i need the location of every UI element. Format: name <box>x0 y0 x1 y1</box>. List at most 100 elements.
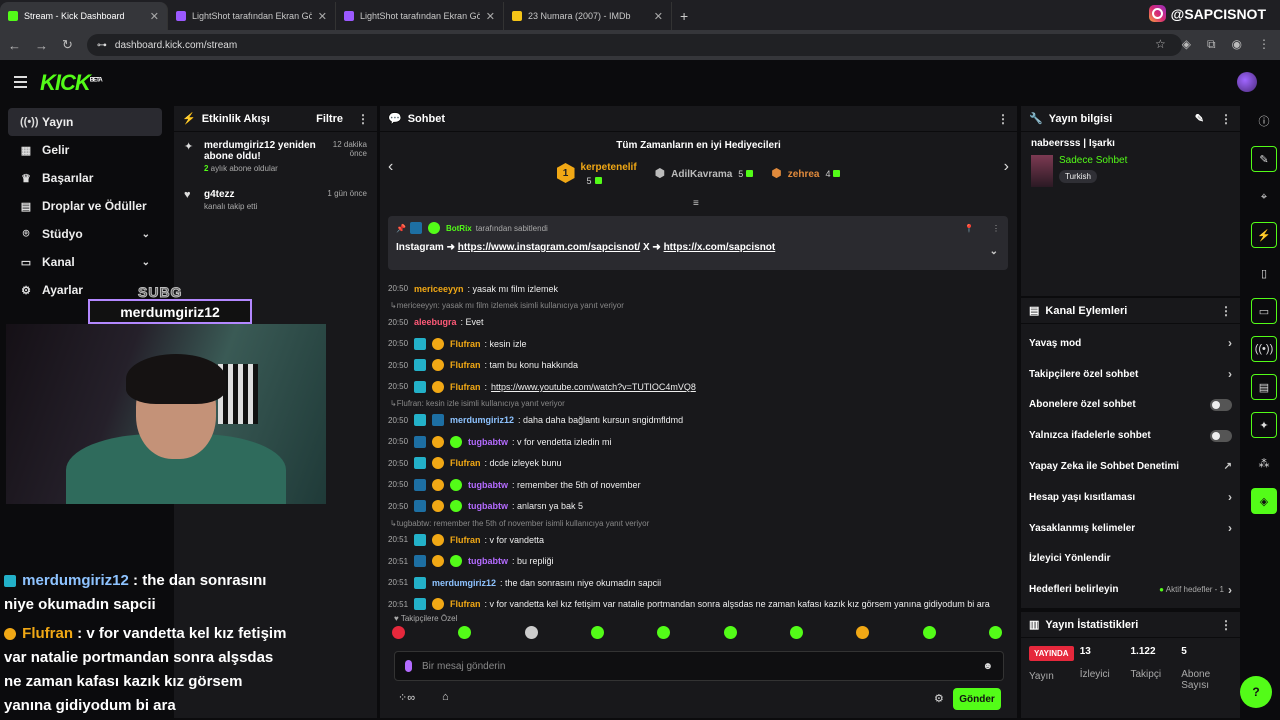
sidebar-item-3[interactable]: ▤ Droplar ve Ödüller <box>8 192 162 220</box>
browser-tab[interactable]: LightShot tarafından Ekran Gör ✕ <box>168 2 336 30</box>
prev-arrow-icon[interactable]: ‹ <box>388 158 393 176</box>
emote-icon[interactable] <box>657 626 671 639</box>
edit-rail-icon[interactable]: ✎ <box>1251 146 1277 172</box>
chat-username[interactable]: Flufran <box>450 458 481 468</box>
chat-username[interactable]: aleebugra <box>414 317 457 327</box>
pinned-more-icon[interactable]: ⋮ <box>992 224 1000 233</box>
site-info-icon[interactable]: ⊶ <box>97 40 107 51</box>
channel-action-row[interactable]: Yalnızca ifadelerle sohbet <box>1021 420 1240 451</box>
activity-more-icon[interactable]: ⋮ <box>357 112 369 126</box>
emote-icon[interactable] <box>723 626 737 639</box>
mic-icon[interactable] <box>405 660 412 672</box>
sidebar-item-0[interactable]: ((•)) Yayın <box>8 108 162 136</box>
expand-chevron-icon[interactable]: ⌄ <box>990 246 998 257</box>
chat-username[interactable]: mericeeyyn <box>414 284 464 294</box>
close-tab-icon[interactable]: ✕ <box>318 10 327 23</box>
emote-icon[interactable] <box>590 626 604 639</box>
info-icon[interactable]: ⓘ <box>1251 108 1277 134</box>
target-icon[interactable]: ⌖ <box>1251 184 1277 210</box>
browser-tab[interactable]: Stream - Kick Dashboard ✕ <box>0 2 168 30</box>
broadcast-rail-icon[interactable]: ((•)) <box>1251 336 1277 362</box>
toggle-switch[interactable] <box>1210 429 1232 442</box>
chat-username[interactable]: Flufran <box>450 339 481 349</box>
close-tab-icon[interactable]: ✕ <box>486 10 495 23</box>
channel-action-row[interactable]: Yavaş mod › <box>1021 328 1240 359</box>
chat-username[interactable]: Flufran <box>450 360 481 370</box>
close-tab-icon[interactable]: ✕ <box>150 10 159 23</box>
gifter-1[interactable]: ⬢ AdilKavrama 5 <box>655 166 754 180</box>
edit-icon[interactable]: ✎ <box>1195 112 1204 125</box>
forward-icon[interactable]: → <box>35 38 48 53</box>
sidebar-item-2[interactable]: ♛ Başarılar <box>8 164 162 192</box>
gifter-0[interactable]: 1 kerpetenelif 5 <box>556 159 637 187</box>
sidebar-item-5[interactable]: ▭ Kanal ⌄ <box>8 248 162 276</box>
next-arrow-icon[interactable]: › <box>1004 158 1009 176</box>
collapse-icon[interactable]: ≡ <box>693 198 699 209</box>
kick-logo[interactable]: KICKBETA <box>40 70 103 96</box>
chat-username[interactable]: Flufran <box>450 599 481 609</box>
chat-username[interactable]: tugbabtw <box>468 437 508 447</box>
emote-icon[interactable] <box>789 626 803 639</box>
tools-icon[interactable]: ✦ <box>1251 412 1277 438</box>
browser-tab[interactable]: LightShot tarafından Ekran Gör ✕ <box>336 2 504 30</box>
stats-more-icon[interactable]: ⋮ <box>1220 618 1232 632</box>
reload-icon[interactable]: ↻ <box>62 37 73 53</box>
browser-tab[interactable]: 23 Numara (2007) - IMDb ✕ <box>504 2 672 30</box>
chat-username[interactable]: Flufran <box>450 382 481 392</box>
bookmark-star-icon[interactable]: ☆ <box>1155 37 1166 52</box>
hamburger-menu-icon[interactable] <box>14 76 27 91</box>
store-icon[interactable]: ⌂ <box>442 691 449 703</box>
category-link[interactable]: Sadece Sohbet <box>1059 155 1127 166</box>
sidebar-item-4[interactable]: ⌾ Stüdyo ⌄ <box>8 220 162 248</box>
chat-username[interactable]: tugbabtw <box>468 480 508 490</box>
channel-action-row[interactable]: Yapay Zeka ile Sohbet Denetimi ↗ <box>1021 451 1240 482</box>
emoji-icon[interactable]: ☻ <box>982 661 993 672</box>
channel-action-row[interactable]: Yasaklanmış kelimeler › <box>1021 513 1240 544</box>
channel-actions-more-icon[interactable]: ⋮ <box>1220 304 1232 318</box>
extensions-puzzle-icon[interactable]: ⧉ <box>1207 37 1216 52</box>
channel-action-row[interactable]: İzleyici Yönlendir <box>1021 544 1240 575</box>
points-icon[interactable]: ⁘∞ <box>398 691 415 704</box>
emote-icon[interactable] <box>392 626 405 639</box>
chat-username[interactable]: tugbabtw <box>468 501 508 511</box>
chat-username[interactable]: merdumgiriz12 <box>432 578 496 588</box>
channel-action-row[interactable]: Hesap yaşı kısıtlaması › <box>1021 482 1240 513</box>
share-icon[interactable]: ⁂ <box>1251 450 1277 476</box>
chat-username[interactable]: merdumgiriz12 <box>450 415 514 425</box>
profile-icon[interactable]: ◉ <box>1232 37 1242 52</box>
chat-settings-icon[interactable]: ⚙ <box>934 692 944 705</box>
x-link[interactable]: https://x.com/sapcisnot <box>664 242 776 253</box>
url-field[interactable]: ⊶ dashboard.kick.com/stream <box>86 34 1182 56</box>
help-icon[interactable]: ? <box>1240 676 1272 708</box>
chat-rail-icon[interactable]: ▭ <box>1251 298 1277 324</box>
new-tab-icon[interactable]: + <box>672 2 696 30</box>
channel-action-row[interactable]: Hedefleri belirleyin ● Aktif hedefler - 1… <box>1021 574 1240 605</box>
emote-icon[interactable] <box>988 626 1002 639</box>
filter-button[interactable]: Filtre <box>316 113 343 125</box>
channel-action-row[interactable]: Abonelere özel sohbet <box>1021 390 1240 421</box>
kick-bot-icon[interactable]: ◈ <box>1251 488 1277 514</box>
emote-icon[interactable] <box>856 626 870 639</box>
channel-action-row[interactable]: Takipçilere özel sohbet › <box>1021 359 1240 390</box>
chat-input[interactable]: Bir mesaj gönderin ☻ <box>394 651 1004 681</box>
unpin-icon[interactable]: 📍 <box>964 224 974 233</box>
chat-link[interactable]: https://www.youtube.com/watch?v=TUTIOC4m… <box>491 382 696 392</box>
chat-username[interactable]: Flufran <box>450 535 481 545</box>
gifter-2[interactable]: ⬢ zehrea 4 <box>771 166 841 180</box>
extension-icon[interactable]: ◈ <box>1182 37 1191 52</box>
sidebar-item-1[interactable]: ▦ Gelir <box>8 136 162 164</box>
stats-rail-icon[interactable]: ▤ <box>1251 374 1277 400</box>
stream-info-more-icon[interactable]: ⋮ <box>1220 112 1232 126</box>
emote-icon[interactable] <box>922 626 936 639</box>
user-avatar[interactable] <box>1237 72 1257 92</box>
send-button[interactable]: Gönder <box>953 688 1001 710</box>
lightning-icon[interactable]: ⚡ <box>1251 222 1277 248</box>
chat-username[interactable]: tugbabtw <box>468 556 508 566</box>
chat-more-icon[interactable]: ⋮ <box>997 112 1009 126</box>
toggle-switch[interactable] <box>1210 398 1232 411</box>
emote-icon[interactable] <box>458 626 472 639</box>
instagram-link[interactable]: https://www.instagram.com/sapcisnot/ <box>458 242 640 253</box>
document-icon[interactable]: ▯ <box>1251 260 1277 286</box>
back-icon[interactable]: ← <box>8 38 21 53</box>
browser-menu-icon[interactable]: ⋮ <box>1258 37 1270 52</box>
